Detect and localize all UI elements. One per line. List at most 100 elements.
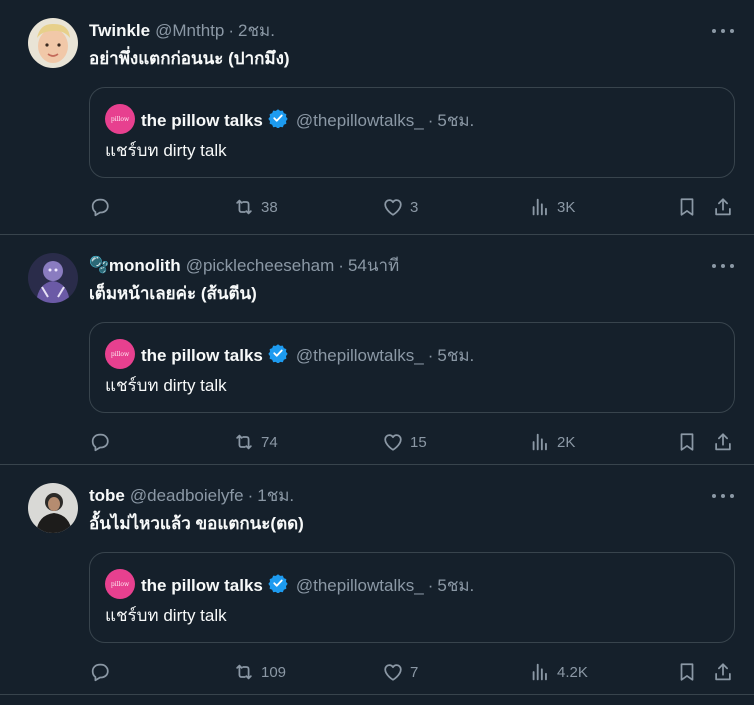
views-button[interactable]: 3K xyxy=(529,194,575,220)
quoted-header: the pillow talks @thepillowtalks_ · 5ชม. xyxy=(141,343,474,369)
timestamp[interactable]: 1ชม. xyxy=(257,485,294,507)
retweet-icon xyxy=(236,434,252,450)
quoted-timestamp: 5ชม. xyxy=(437,111,475,130)
bookmark-button[interactable] xyxy=(676,429,698,455)
quoted-avatar[interactable]: pillow xyxy=(105,104,135,134)
bookmark-icon xyxy=(680,433,694,451)
tweet-text: อั้นไม่ไหวแล้ว ขอแตกนะ(ตด) xyxy=(89,514,304,533)
retweet-button[interactable]: 74 xyxy=(233,429,278,455)
quoted-handle: @thepillowtalks_ xyxy=(295,346,424,365)
verified-badge-icon xyxy=(268,108,288,134)
more-options-icon[interactable] xyxy=(712,22,734,40)
display-name[interactable]: Twinkle xyxy=(89,20,150,42)
timestamp[interactable]: 54นาที xyxy=(348,255,399,277)
share-icon xyxy=(715,198,731,216)
avatar[interactable] xyxy=(28,483,78,533)
quoted-tweet[interactable]: pillow the pillow talks @thepillowtalks_… xyxy=(89,322,735,413)
views-count: 2K xyxy=(557,433,576,451)
bubbles-emoji: 🫧 xyxy=(89,257,109,274)
timeline: Twinkle @Mnthtp · 2ชม. อย่าพึ่งแตกก่อนนะ… xyxy=(0,0,754,695)
quoted-text: แชร์บท dirty talk xyxy=(105,606,227,625)
quoted-timestamp: 5ชม. xyxy=(437,346,475,365)
tweet-header: 🫧 monolith @picklecheeseham · 54นาที xyxy=(89,255,399,277)
user-handle[interactable]: @deadboielyfe xyxy=(130,485,244,507)
tweet[interactable]: 🫧 monolith @picklecheeseham · 54นาที เต็… xyxy=(0,235,754,465)
heart-icon xyxy=(384,434,402,451)
reply-button[interactable] xyxy=(89,429,117,455)
separator-dot: · xyxy=(427,576,434,595)
quoted-tweet[interactable]: pillow the pillow talks @thepillowtalks_… xyxy=(89,87,735,178)
bookmark-icon xyxy=(680,198,694,216)
quoted-display-name: the pillow talks xyxy=(141,576,263,595)
bookmark-icon xyxy=(680,663,694,681)
like-button[interactable]: 15 xyxy=(382,429,427,455)
quoted-tweet[interactable]: pillow the pillow talks @thepillowtalks_… xyxy=(89,552,735,643)
separator-dot: · xyxy=(338,256,344,275)
like-button[interactable]: 3 xyxy=(382,194,418,220)
tweet[interactable]: Twinkle @Mnthtp · 2ชม. อย่าพึ่งแตกก่อนนะ… xyxy=(0,0,754,235)
views-icon xyxy=(532,198,547,216)
separator-dot: · xyxy=(427,346,434,365)
retweet-count: 109 xyxy=(261,663,287,681)
separator-dot: · xyxy=(228,21,234,40)
display-name[interactable]: monolith xyxy=(109,255,181,277)
quoted-display-name: the pillow talks xyxy=(141,346,263,365)
more-options-icon[interactable] xyxy=(712,257,734,275)
retweet-count: 74 xyxy=(261,433,278,451)
views-icon xyxy=(532,663,547,681)
quoted-avatar[interactable]: pillow xyxy=(105,339,135,369)
user-handle[interactable]: @Mnthtp xyxy=(155,20,224,42)
quoted-timestamp: 5ชม. xyxy=(437,576,475,595)
reply-icon xyxy=(91,663,109,682)
tweet[interactable]: tobe @deadboielyfe · 1ชม. อั้นไม่ไหวแล้ว… xyxy=(0,465,754,695)
separator-dot: · xyxy=(427,111,434,130)
display-name[interactable]: tobe xyxy=(89,485,125,507)
share-button[interactable] xyxy=(712,429,734,455)
quoted-text: แชร์บท dirty talk xyxy=(105,141,227,160)
tweet-text: เต็มหน้าเลยค่ะ (ส้นตีน) xyxy=(89,284,257,303)
reply-icon xyxy=(91,433,109,452)
bookmark-button[interactable] xyxy=(676,659,698,685)
like-button[interactable]: 7 xyxy=(382,659,418,685)
retweet-icon xyxy=(236,664,252,680)
heart-icon xyxy=(384,664,402,681)
share-icon xyxy=(715,433,731,451)
quoted-text: แชร์บท dirty talk xyxy=(105,376,227,395)
share-button[interactable] xyxy=(712,194,734,220)
user-handle[interactable]: @picklecheeseham xyxy=(186,255,335,277)
reply-button[interactable] xyxy=(89,194,117,220)
retweet-button[interactable]: 38 xyxy=(233,194,278,220)
views-button[interactable]: 4.2K xyxy=(529,659,588,685)
verified-badge-icon xyxy=(268,343,288,369)
timestamp[interactable]: 2ชม. xyxy=(238,20,275,42)
like-count: 7 xyxy=(410,663,419,681)
quoted-handle: @thepillowtalks_ xyxy=(295,111,424,130)
tweet-header: Twinkle @Mnthtp · 2ชม. xyxy=(89,20,275,42)
share-icon xyxy=(715,663,731,681)
like-count: 3 xyxy=(410,198,419,216)
quoted-display-name: the pillow talks xyxy=(141,111,263,130)
action-bar: 109 7 4.2K xyxy=(89,659,737,685)
views-count: 3K xyxy=(557,198,576,216)
retweet-count: 38 xyxy=(261,198,278,216)
quoted-avatar[interactable]: pillow xyxy=(105,569,135,599)
views-icon xyxy=(532,433,547,451)
action-bar: 74 15 2K xyxy=(89,429,737,455)
reply-button[interactable] xyxy=(89,659,117,685)
avatar[interactable] xyxy=(28,253,78,303)
like-count: 15 xyxy=(410,433,427,451)
quoted-header: the pillow talks @thepillowtalks_ · 5ชม. xyxy=(141,573,474,599)
more-options-icon[interactable] xyxy=(712,487,734,505)
heart-icon xyxy=(384,199,402,216)
views-button[interactable]: 2K xyxy=(529,429,575,455)
views-count: 4.2K xyxy=(557,663,588,681)
avatar[interactable] xyxy=(28,18,78,68)
quoted-handle: @thepillowtalks_ xyxy=(295,576,424,595)
action-bar: 38 3 3K xyxy=(89,194,737,220)
share-button[interactable] xyxy=(712,659,734,685)
quoted-header: the pillow talks @thepillowtalks_ · 5ชม. xyxy=(141,108,474,134)
separator-dot: · xyxy=(247,486,254,505)
bookmark-button[interactable] xyxy=(676,194,698,220)
retweet-button[interactable]: 109 xyxy=(233,659,286,685)
verified-badge-icon xyxy=(268,573,288,599)
